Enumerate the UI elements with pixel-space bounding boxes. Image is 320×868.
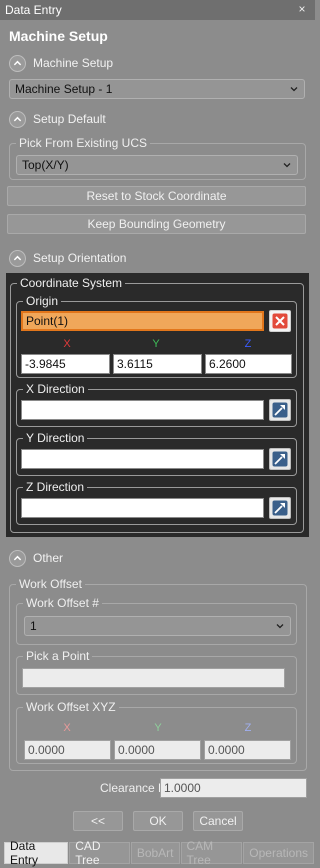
coordinate-system-panel: Coordinate System Origin Point(1) X Y Z …: [6, 273, 309, 537]
pick-x-direction-button[interactable]: [269, 399, 291, 421]
section-machine-setup-header[interactable]: Machine Setup: [9, 54, 113, 72]
section-label: Machine Setup: [33, 56, 114, 70]
chevron-down-icon: [283, 163, 291, 168]
machine-setup-select[interactable]: Machine Setup - 1: [9, 79, 305, 99]
work-offset-number-value: 1: [30, 619, 37, 633]
clearance-plane-field[interactable]: 1.0000: [160, 778, 307, 798]
pick-vector-icon: [272, 402, 288, 418]
ucs-select[interactable]: Top(X/Y): [16, 155, 298, 175]
pick-z-direction-button[interactable]: [269, 497, 291, 519]
collapse-chevron-icon[interactable]: [9, 249, 26, 267]
work-offset-x-field[interactable]: 0.0000: [24, 740, 111, 760]
section-label: Setup Orientation: [33, 251, 127, 265]
machine-setup-select-value: Machine Setup - 1: [15, 82, 113, 96]
group-label: Pick a Point: [23, 649, 93, 663]
origin-z-field[interactable]: 6.2600: [205, 354, 292, 374]
collapse-chevron-icon[interactable]: [9, 549, 26, 567]
section-other-header[interactable]: Other: [9, 549, 63, 567]
delete-x-icon: [272, 313, 288, 329]
y-axis-label: Y: [154, 722, 162, 734]
section-setup-orientation-header[interactable]: Setup Orientation: [9, 249, 126, 267]
group-label: Coordinate System: [17, 276, 126, 290]
clear-origin-button[interactable]: [269, 310, 291, 332]
origin-x-field[interactable]: -3.9845: [21, 354, 110, 374]
x-axis-label: X: [63, 338, 71, 350]
section-setup-default-header[interactable]: Setup Default: [9, 110, 106, 128]
origin-y-field[interactable]: 3.6115: [113, 354, 202, 374]
group-label: Work Offset #: [23, 596, 102, 610]
window-title: Data Entry: [5, 3, 62, 17]
keep-bounding-geometry-button[interactable]: Keep Bounding Geometry: [7, 214, 306, 234]
panel-tabs: Data Entry CAD Tree BobArt CAM Tree Oper…: [4, 839, 315, 867]
ok-button[interactable]: OK: [133, 811, 183, 831]
tab-bobart[interactable]: BobArt: [130, 842, 180, 864]
group-label: Y Direction: [23, 431, 88, 445]
group-label: Work Offset XYZ: [23, 700, 119, 714]
cancel-button[interactable]: Cancel: [193, 811, 243, 831]
section-label: Setup Default: [33, 112, 106, 126]
collapse-chevron-icon[interactable]: [9, 110, 26, 128]
work-offset-number-select[interactable]: 1: [24, 616, 291, 636]
pick-a-point-field[interactable]: [22, 668, 285, 688]
chevron-down-icon: [276, 624, 284, 629]
tab-data-entry[interactable]: Data Entry: [4, 839, 69, 867]
tab-cam-tree[interactable]: CAM Tree: [180, 839, 243, 867]
y-direction-field[interactable]: [21, 449, 264, 469]
group-label: Work Offset: [16, 577, 85, 591]
pick-y-direction-button[interactable]: [269, 448, 291, 470]
group-label: X Direction: [23, 382, 88, 396]
pick-vector-icon: [272, 451, 288, 467]
y-axis-label: Y: [152, 338, 160, 350]
ucs-select-value: Top(X/Y): [22, 158, 69, 172]
pick-vector-icon: [272, 500, 288, 516]
origin-point-field[interactable]: Point(1): [21, 311, 264, 331]
panel-title: Machine Setup: [9, 28, 108, 44]
reset-stock-coordinate-button[interactable]: Reset to Stock Coordinate: [7, 186, 306, 206]
z-axis-label: Z: [244, 722, 252, 734]
z-direction-field[interactable]: [21, 498, 264, 518]
group-label: Z Direction: [23, 480, 88, 494]
work-offset-z-field[interactable]: 0.0000: [204, 740, 291, 760]
close-icon[interactable]: ×: [295, 2, 309, 16]
tab-operations[interactable]: Operations: [243, 842, 314, 864]
group-label: Pick From Existing UCS: [16, 136, 151, 150]
x-direction-field[interactable]: [21, 400, 264, 420]
previous-button[interactable]: <<: [73, 811, 123, 831]
section-label: Other: [33, 551, 64, 565]
collapse-chevron-icon[interactable]: [9, 54, 26, 72]
tab-cad-tree[interactable]: CAD Tree: [69, 839, 130, 867]
chevron-down-icon: [290, 87, 298, 92]
window-titlebar: Data Entry ×: [0, 0, 315, 20]
work-offset-y-field[interactable]: 0.0000: [114, 740, 201, 760]
group-label: Origin: [23, 294, 62, 308]
x-axis-label: X: [63, 722, 71, 734]
z-axis-label: Z: [244, 338, 252, 350]
